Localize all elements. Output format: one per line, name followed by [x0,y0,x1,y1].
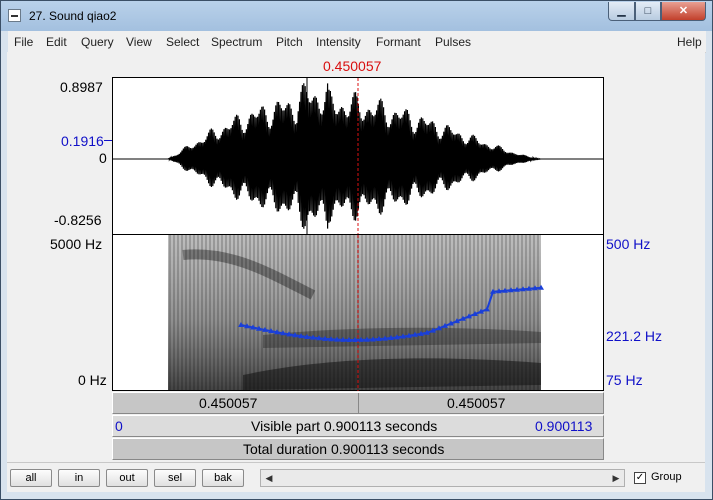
group-label: Group [651,471,682,483]
total-duration-bar[interactable]: Total duration 0.900113 seconds [112,438,604,460]
scroll-left-arrow-icon[interactable]: ◀ [261,470,277,486]
menu-bar: File Edit Query View Select Spectrum Pit… [8,31,706,53]
menu-view[interactable]: View [126,35,152,49]
total-duration-label: Total duration 0.900113 seconds [243,441,445,457]
menu-select[interactable]: Select [166,35,199,49]
bottom-toolbar: all in out sel bak ◀ ▶ ✓ Group [7,462,705,492]
minimize-button[interactable]: ▁ [608,2,635,21]
visible-part-label: Visible part 0.900113 seconds [251,418,438,434]
zoom-in-button[interactable]: in [58,469,100,487]
spectrogram-top-label: 5000 Hz [50,236,103,252]
waveform-min-label: -0.8256 [54,212,102,228]
time-bar-divider [358,393,359,413]
menu-pulses[interactable]: Pulses [435,35,471,49]
menu-file[interactable]: File [14,35,33,49]
menu-intensity[interactable]: Intensity [316,35,361,49]
spectrogram-plot [168,235,544,391]
time-selection-bar[interactable]: 0.450057 0.450057 [112,392,604,414]
menu-pitch[interactable]: Pitch [276,35,303,49]
visible-end-label: 0.900113 [535,418,593,434]
scroll-right-arrow-icon[interactable]: ▶ [608,470,624,486]
visible-start-label: 0 [115,418,123,434]
pitch-bottom-label: 75 Hz [606,372,643,388]
menu-query[interactable]: Query [81,35,114,49]
app-icon [8,9,21,22]
menu-help[interactable]: Help [677,35,702,49]
spectrogram-bottom-label: 0 Hz [78,372,107,388]
pitch-top-label: 500 Hz [606,236,651,252]
time-bar-right-value: 0.450057 [447,395,506,411]
menu-spectrum[interactable]: Spectrum [211,35,262,49]
menu-formant[interactable]: Formant [376,35,421,49]
close-button[interactable]: ✕ [661,2,706,21]
horizontal-scrollbar[interactable]: ◀ ▶ [260,469,625,487]
waveform-trace [167,83,541,229]
waveform-cursor-value-label: 0.1916 [61,133,104,149]
zoom-back-button[interactable]: bak [202,469,244,487]
spectrogram-panel[interactable] [112,235,604,391]
maximize-button[interactable]: □ [635,2,661,21]
cursor-time-label: 0.450057 [323,58,382,74]
zoom-all-button[interactable]: all [10,469,52,487]
waveform-zero-label: 0 [99,150,107,166]
waveform-max-label: 0.8987 [60,79,103,95]
zoom-out-button[interactable]: out [106,469,148,487]
window-title: 27. Sound qiao2 [29,9,117,23]
visible-part-bar[interactable]: 0 Visible part 0.900113 seconds 0.900113 [112,415,604,437]
waveform-plot [113,78,603,234]
time-bar-left-value: 0.450057 [199,395,258,411]
title-bar[interactable]: 27. Sound qiao2 ▁ □ ✕ [1,1,712,31]
pitch-cursor-label: 221.2 Hz [606,328,663,344]
menu-edit[interactable]: Edit [46,35,67,49]
group-checkbox[interactable]: ✓ [634,472,646,484]
waveform-panel[interactable] [112,77,604,235]
waveform-value-tick [104,140,112,141]
zoom-selection-button[interactable]: sel [154,469,196,487]
